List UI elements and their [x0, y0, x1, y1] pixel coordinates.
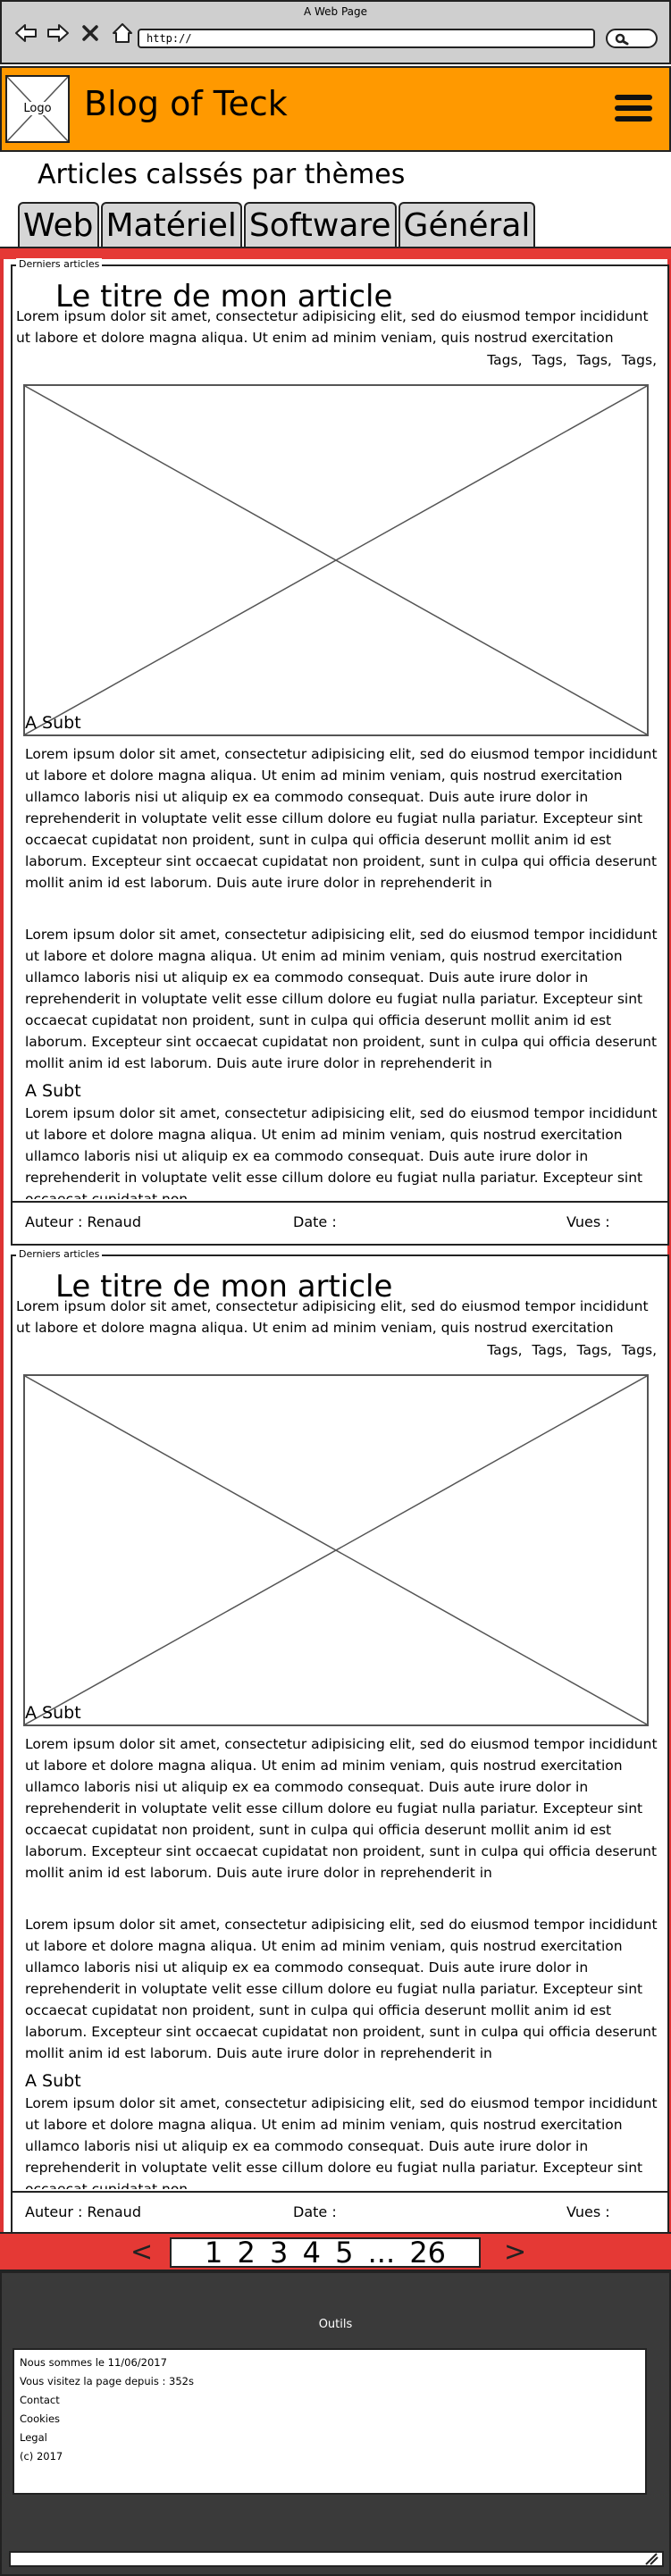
- article-subtitle: A Subt: [25, 2071, 81, 2091]
- main-content: Derniers articles Le titre de mon articl…: [0, 258, 671, 2236]
- footer-title: Outils: [318, 2318, 353, 2331]
- tab-general[interactable]: Général: [398, 202, 536, 247]
- article-footer: Auteur : Renaud Date : Vues :: [13, 1201, 667, 1244]
- pagination-next[interactable]: >: [504, 2239, 526, 2266]
- article-tags[interactable]: Tags, Tags, Tags, Tags,: [487, 352, 657, 368]
- site-logo[interactable]: Logo: [5, 75, 70, 143]
- article-date: Date :: [293, 1213, 337, 1230]
- article-author: Auteur : Renaud: [25, 2203, 141, 2220]
- site-footer: Outils Nous sommes le 11/06/2017 Vous vi…: [0, 2271, 671, 2576]
- article-subtitle: A Subt: [25, 1081, 81, 1101]
- footer-link-cookies[interactable]: Cookies: [20, 2410, 640, 2429]
- article-subtitle: A Subt: [25, 1703, 81, 1723]
- browser-search[interactable]: [606, 29, 658, 48]
- theme-tabs: Web Matériel Software Général: [18, 202, 537, 247]
- browser-nav: [14, 21, 134, 45]
- search-icon: [615, 33, 629, 46]
- article-paragraph: Lorem ipsum dolor sit amet, consectetur …: [25, 2095, 658, 2189]
- article-excerpt: Lorem ipsum dolor sit amet, consectetur …: [16, 308, 649, 346]
- window-status-bar: [9, 2551, 664, 2567]
- pagination-prev[interactable]: <: [130, 2239, 153, 2266]
- footer-visit-time: Vous visitez la page depuis : 352s: [20, 2375, 194, 2387]
- pagination: < 1 2 3 4 5 ... 26 >: [0, 2232, 671, 2271]
- tab-materiel[interactable]: Matériel: [100, 202, 242, 247]
- resize-grip-icon[interactable]: [642, 2553, 658, 2565]
- footer-date: Nous sommes le 11/06/2017: [20, 2356, 167, 2369]
- home-icon[interactable]: [111, 21, 134, 45]
- image-placeholder: [23, 1374, 649, 1726]
- tabs-bottom-band: [0, 247, 671, 259]
- footer-tools-box: Nous sommes le 11/06/2017 Vous visitez l…: [13, 2348, 647, 2495]
- article-tags[interactable]: Tags, Tags, Tags, Tags,: [487, 1342, 657, 1358]
- tab-web[interactable]: Web: [18, 202, 99, 247]
- article-subtitle: A Subt: [25, 713, 81, 733]
- forward-arrow-icon[interactable]: [46, 21, 70, 45]
- menu-icon[interactable]: [615, 95, 652, 125]
- article-paragraph: Lorem ipsum dolor sit amet, consectetur …: [25, 746, 658, 891]
- themes-title: Articles calssés par thèmes: [38, 159, 406, 190]
- article-date: Date :: [293, 2203, 337, 2220]
- article-card: Derniers articles Le titre de mon articl…: [11, 1248, 669, 2236]
- close-icon[interactable]: [79, 21, 102, 45]
- article-author: Auteur : Renaud: [25, 1213, 141, 1230]
- back-arrow-icon[interactable]: [14, 21, 38, 45]
- browser-title: A Web Page: [303, 5, 368, 18]
- image-placeholder-icon: [24, 385, 648, 735]
- image-placeholder-icon: [24, 1375, 648, 1725]
- site-title[interactable]: Blog of Teck: [84, 84, 288, 123]
- article-views: Vues :: [566, 2203, 610, 2220]
- image-placeholder: [23, 384, 649, 736]
- article-excerpt: Lorem ipsum dolor sit amet, consectetur …: [16, 1298, 649, 1336]
- address-bar[interactable]: http://: [138, 29, 595, 48]
- article-paragraph: Lorem ipsum dolor sit amet, consectetur …: [25, 1105, 658, 1199]
- article-views: Vues :: [566, 1213, 610, 1230]
- tab-software[interactable]: Software: [243, 202, 397, 247]
- article-paragraph: Lorem ipsum dolor sit amet, consectetur …: [25, 1917, 658, 2061]
- section-label: Derniers articles: [16, 1248, 103, 1260]
- article-card: Derniers articles Le titre de mon articl…: [11, 258, 669, 1246]
- footer-copyright: (c) 2017: [20, 2450, 63, 2463]
- footer-link-contact[interactable]: Contact: [20, 2391, 640, 2410]
- article-paragraph: Lorem ipsum dolor sit amet, consectetur …: [25, 1736, 658, 1881]
- article-paragraph: Lorem ipsum dolor sit amet, consectetur …: [25, 927, 658, 1071]
- article-footer: Auteur : Renaud Date : Vues :: [13, 2191, 667, 2234]
- site-header: Logo Blog of Teck: [0, 66, 671, 152]
- pagination-pages[interactable]: 1 2 3 4 5 ... 26: [170, 2237, 481, 2268]
- logo-label: Logo: [20, 102, 55, 115]
- browser-chrome: A Web Page http://: [0, 0, 671, 64]
- section-label: Derniers articles: [16, 258, 103, 270]
- footer-link-legal[interactable]: Legal: [20, 2429, 640, 2447]
